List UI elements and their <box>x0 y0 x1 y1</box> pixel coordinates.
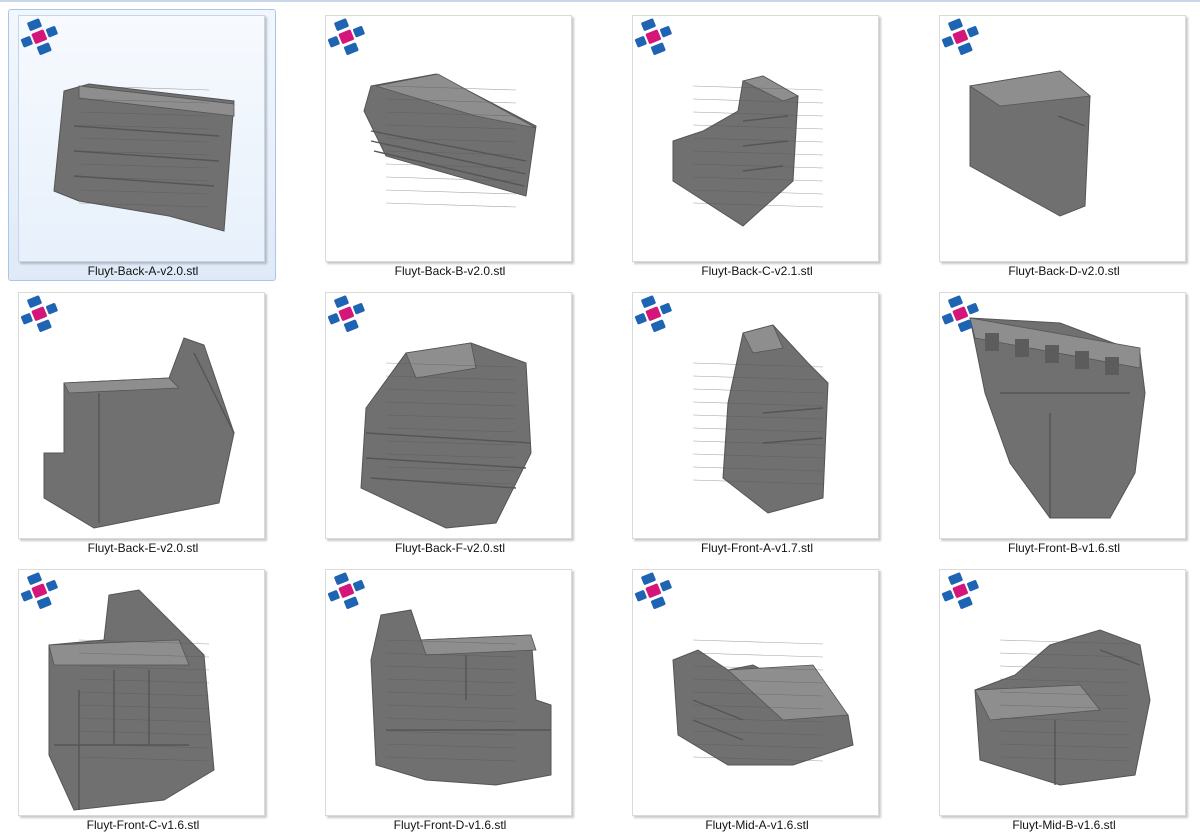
stl-model-thumbnail <box>632 292 879 539</box>
file-name-label: Fluyt-Front-A-v1.7.stl <box>700 541 814 555</box>
file-item[interactable]: Fluyt-Back-A-v2.0.stl <box>8 9 276 281</box>
stl-model-thumbnail <box>632 15 879 262</box>
3d-viewer-badge-icon <box>634 295 672 332</box>
file-name-label: Fluyt-Back-B-v2.0.stl <box>394 264 506 278</box>
3d-viewer-badge-icon <box>20 572 58 609</box>
file-item[interactable]: Fluyt-Back-D-v2.0.stl <box>929 9 1197 281</box>
file-item[interactable]: Fluyt-Back-F-v2.0.stl <box>315 286 583 558</box>
file-name-label: Fluyt-Mid-B-v1.6.stl <box>1012 818 1116 832</box>
file-name-label: Fluyt-Front-C-v1.6.stl <box>86 818 200 832</box>
stl-model-thumbnail <box>632 569 879 816</box>
stl-model-thumbnail <box>18 292 265 539</box>
3d-viewer-badge-icon <box>634 572 672 609</box>
stl-model-thumbnail <box>18 569 265 816</box>
file-item[interactable]: Fluyt-Front-D-v1.6.stl <box>315 563 583 835</box>
stl-model-thumbnail <box>325 15 572 262</box>
file-name-label: Fluyt-Back-D-v2.0.stl <box>1008 264 1120 278</box>
3d-viewer-badge-icon <box>941 295 979 332</box>
file-item[interactable]: Fluyt-Back-E-v2.0.stl <box>8 286 276 558</box>
stl-model-thumbnail <box>939 15 1186 262</box>
3d-viewer-badge-icon <box>327 295 365 332</box>
file-item[interactable]: Fluyt-Front-B-v1.6.stl <box>929 286 1197 558</box>
file-item[interactable]: Fluyt-Front-C-v1.6.stl <box>8 563 276 835</box>
3d-viewer-badge-icon <box>941 572 979 609</box>
file-item[interactable]: Fluyt-Mid-B-v1.6.stl <box>929 563 1197 835</box>
file-name-label: Fluyt-Back-E-v2.0.stl <box>87 541 199 555</box>
file-item[interactable]: Fluyt-Front-A-v1.7.stl <box>622 286 890 558</box>
stl-model-thumbnail <box>325 292 572 539</box>
file-item[interactable]: Fluyt-Back-B-v2.0.stl <box>315 9 583 281</box>
file-name-label: Fluyt-Front-D-v1.6.stl <box>393 818 507 832</box>
file-name-label: Fluyt-Back-A-v2.0.stl <box>87 264 199 278</box>
file-item[interactable]: Fluyt-Mid-A-v1.6.stl <box>622 563 890 835</box>
stl-model-thumbnail <box>939 292 1186 539</box>
stl-model-thumbnail <box>18 15 265 262</box>
file-name-label: Fluyt-Back-F-v2.0.stl <box>394 541 505 555</box>
3d-viewer-badge-icon <box>20 18 58 55</box>
stl-model-thumbnail <box>325 569 572 816</box>
file-name-label: Fluyt-Back-C-v2.1.stl <box>701 264 813 278</box>
3d-viewer-badge-icon <box>327 18 365 55</box>
file-grid: Fluyt-Back-A-v2.0.stl Fluyt-Back-B-v2.0.s… <box>0 0 1200 836</box>
stl-model-thumbnail <box>939 569 1186 816</box>
file-name-label: Fluyt-Mid-A-v1.6.stl <box>705 818 809 832</box>
file-item[interactable]: Fluyt-Back-C-v2.1.stl <box>622 9 890 281</box>
3d-viewer-badge-icon <box>941 18 979 55</box>
3d-viewer-badge-icon <box>634 18 672 55</box>
file-name-label: Fluyt-Front-B-v1.6.stl <box>1007 541 1121 555</box>
3d-viewer-badge-icon <box>20 295 58 332</box>
3d-viewer-badge-icon <box>327 572 365 609</box>
